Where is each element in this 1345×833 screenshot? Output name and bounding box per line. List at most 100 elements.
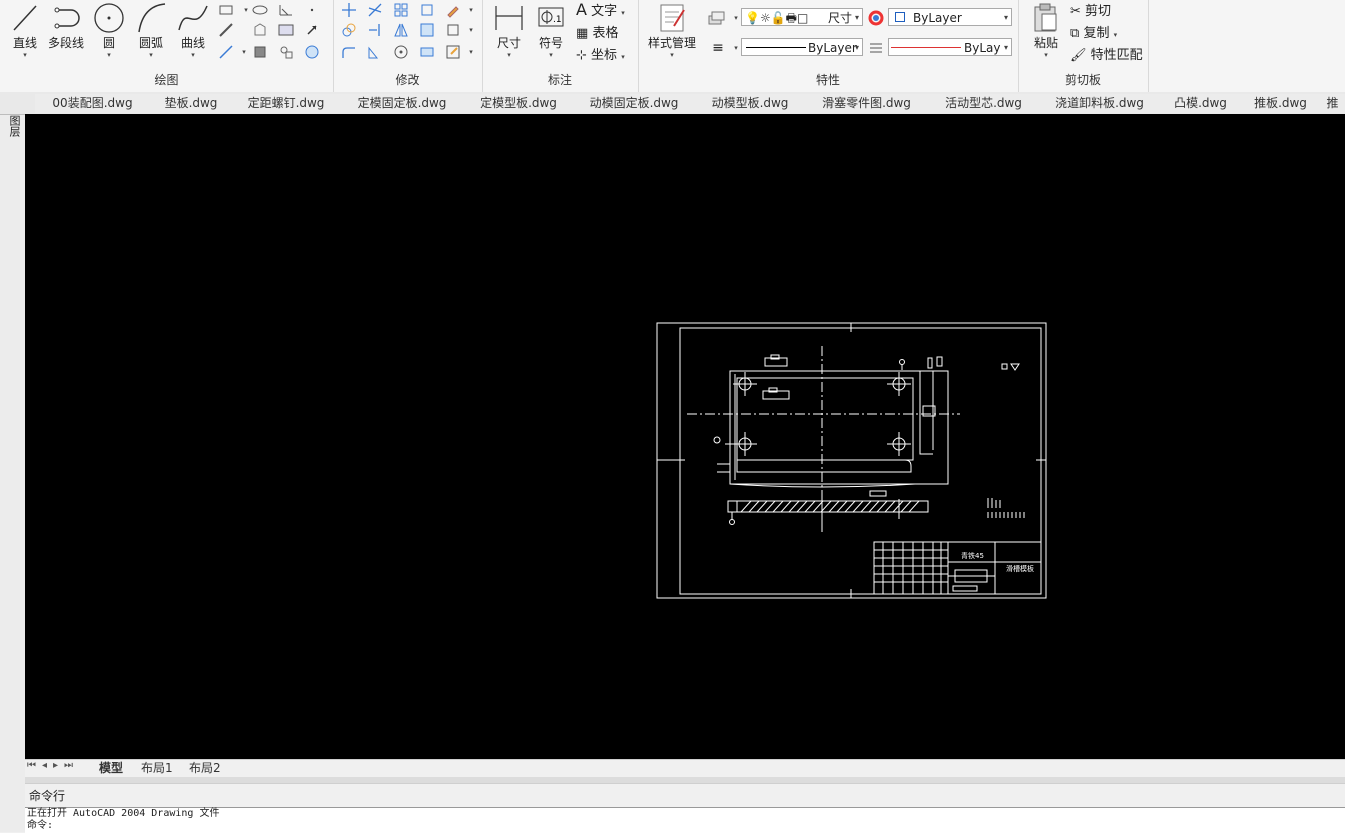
file-tab[interactable]: 动模型板.dwg: [695, 94, 806, 113]
ellipse-icon[interactable]: [250, 0, 270, 20]
block-icon[interactable]: [250, 42, 270, 62]
match-properties-button[interactable]: 🖌 特性匹配: [1070, 44, 1143, 63]
layout-nav-arrows[interactable]: ⏮◂▸⏭: [27, 760, 79, 771]
dimension-tool-label: 尺寸: [496, 36, 521, 50]
command-prompt-line: 命令:: [27, 820, 54, 831]
stretch-icon[interactable]: [443, 20, 463, 40]
linetype-dropdown[interactable]: ByLayer ▾: [741, 38, 863, 56]
style-manager-button[interactable]: 样式管理 ▾: [642, 2, 702, 59]
table-tool-button[interactable]: ▦ 表格: [576, 22, 618, 41]
tab-layout2[interactable]: 布局2: [189, 760, 221, 777]
file-tab[interactable]: 定模型板.dwg: [464, 94, 574, 113]
copy-button[interactable]: ⧉ 复制 ▾: [1070, 22, 1117, 41]
coordinate-tool-button[interactable]: ⊹ 坐标 ▾: [576, 44, 625, 63]
file-tabs-bar: 00装配图.dwg 垫板.dwg 定距螺钉.dwg 定模固定板.dwg 定模型板.dwg…: [0, 92, 1345, 115]
file-tab[interactable]: 活动型芯.dwg: [928, 94, 1040, 113]
draw-group: 直线 ▾ 多段线 圆 ▾ 圆弧 ▾ 曲线 ▾ ▾ ▾ 绘图: [0, 0, 334, 92]
arrow-icon[interactable]: [302, 20, 322, 40]
cut-button[interactable]: ✂ 剪切: [1070, 0, 1111, 19]
text-icon: A: [576, 0, 587, 19]
lineweight-value: ByLay: [964, 41, 1001, 55]
text-tool-button[interactable]: A 文字 ▾: [576, 0, 625, 19]
symbol-icon: .1: [538, 7, 564, 27]
offset-icon[interactable]: [417, 20, 437, 40]
rotate-icon[interactable]: [391, 42, 411, 62]
array-icon[interactable]: [391, 0, 411, 20]
table-icon: ▦: [576, 26, 589, 41]
rectangle-icon[interactable]: [216, 0, 236, 20]
polyline-tool-button[interactable]: 多段线: [44, 2, 88, 51]
chevron-down-icon[interactable]: ▾: [461, 20, 481, 40]
file-tab[interactable]: 滑塞零件图.dwg: [805, 94, 929, 113]
drawing-canvas[interactable]: 青铁45 滑槽模板: [25, 114, 1345, 759]
match-line-icon[interactable]: ≡: [708, 38, 728, 58]
file-tab[interactable]: 垫板.dwg: [150, 94, 233, 113]
trim-icon[interactable]: [365, 0, 385, 20]
command-line-history[interactable]: 正在打开 AutoCAD 2004 Drawing 文件 命令:: [25, 807, 1345, 833]
title-block-material: 青铁45: [961, 551, 984, 560]
circle-tool-button[interactable]: 圆 ▾: [90, 2, 128, 59]
chevron-down-icon: ▾: [1003, 43, 1008, 52]
dimension-icon: [495, 6, 523, 30]
edit-icon[interactable]: [443, 0, 463, 20]
text-tool-label: 文字: [591, 4, 618, 19]
curve-tool-button[interactable]: 曲线 ▾: [174, 2, 212, 59]
region-icon[interactable]: [250, 20, 270, 40]
color-wheel-icon[interactable]: [866, 8, 886, 28]
ribbon: 直线 ▾ 多段线 圆 ▾ 圆弧 ▾ 曲线 ▾ ▾ ▾ 绘图 ▾ ▾ ▾ 修改 尺…: [0, 0, 1345, 93]
hatch-icon[interactable]: [276, 0, 296, 20]
chevron-down-icon: ▾: [107, 51, 111, 59]
dimension-tool-button[interactable]: 尺寸 ▾: [490, 2, 528, 59]
spline-icon: [178, 5, 208, 31]
color-swatch: [895, 12, 905, 22]
layer-dropdown[interactable]: 💡☼🔓🖶□ 尺寸 ▾: [741, 8, 863, 26]
copy-icon: ⧉: [1070, 26, 1080, 41]
point-icon[interactable]: [302, 0, 322, 20]
color-dropdown[interactable]: ByLayer ▾: [888, 8, 1012, 26]
insert-block-icon[interactable]: [276, 42, 296, 62]
style-manager-label: 样式管理: [647, 36, 696, 50]
line-tool-button[interactable]: 直线 ▾: [6, 2, 44, 59]
color-value: ByLayer: [913, 11, 962, 25]
properties-edit-icon[interactable]: [443, 42, 463, 62]
chevron-down-icon: ▾: [670, 51, 674, 59]
command-history-line: 正在打开 AutoCAD 2004 Drawing 文件: [27, 808, 220, 819]
chevron-down-icon: ▾: [191, 51, 195, 59]
file-tab[interactable]: 定距螺钉.dwg: [232, 94, 341, 113]
svg-text:.1: .1: [553, 15, 562, 25]
scale-icon[interactable]: [365, 42, 385, 62]
file-tab[interactable]: 动模固定板.dwg: [573, 94, 696, 113]
lineweight-icon[interactable]: [866, 38, 886, 58]
chevron-down-icon[interactable]: ▾: [461, 0, 481, 20]
mirror-icon[interactable]: [391, 20, 411, 40]
extend-icon[interactable]: [365, 20, 385, 40]
copy-object-icon[interactable]: [339, 20, 359, 40]
paste-button[interactable]: 粘贴 ▾: [1026, 2, 1066, 59]
plate-outline: [729, 370, 949, 485]
construction-line-icon[interactable]: [216, 20, 236, 40]
file-tab[interactable]: 定模固定板.dwg: [340, 94, 465, 113]
file-tab[interactable]: 推板.dwg: [1241, 94, 1321, 113]
table-tool-label: 表格: [592, 26, 619, 41]
tab-layout1[interactable]: 布局1: [141, 760, 173, 777]
layer-properties-icon[interactable]: [706, 8, 726, 28]
file-tab[interactable]: 浇道卸料板.dwg: [1039, 94, 1161, 113]
file-tab[interactable]: 凸模.dwg: [1160, 94, 1242, 113]
gradient-icon[interactable]: [276, 20, 296, 40]
explode-icon[interactable]: [417, 0, 437, 20]
file-tab[interactable]: 推: [1320, 94, 1345, 113]
file-tab[interactable]: 00装配图.dwg: [35, 94, 151, 113]
ray-icon[interactable]: [216, 42, 236, 62]
fillet-icon[interactable]: [339, 42, 359, 62]
symbol-tool-button[interactable]: .1 符号 ▾: [532, 2, 570, 59]
linetype-preview: [746, 47, 806, 48]
tab-model[interactable]: 模型: [99, 760, 123, 777]
arc-tool-button[interactable]: 圆弧 ▾: [132, 2, 170, 59]
chevron-down-icon: ▾: [507, 51, 511, 59]
move-icon[interactable]: [339, 0, 359, 20]
layer-panel-label: 图层: [8, 115, 21, 137]
wipeout-icon[interactable]: [302, 42, 322, 62]
lineweight-dropdown[interactable]: ByLay ▾: [888, 38, 1012, 56]
chevron-down-icon[interactable]: ▾: [461, 42, 481, 62]
chamfer-icon[interactable]: [417, 42, 437, 62]
